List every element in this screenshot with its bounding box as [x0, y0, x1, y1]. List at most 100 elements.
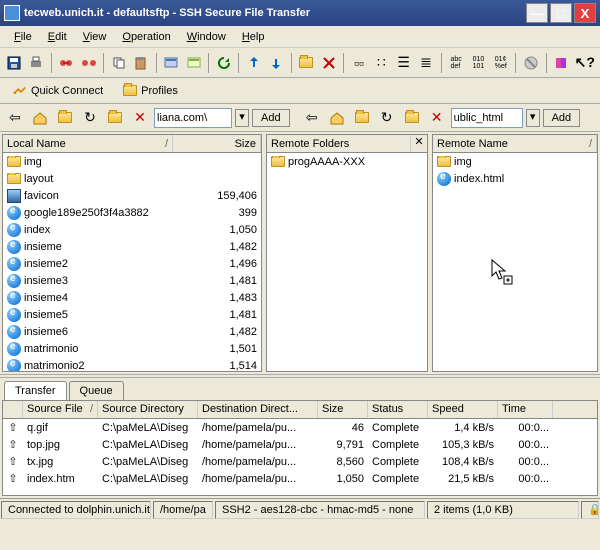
close-button[interactable]: X	[574, 3, 596, 23]
copy-icon[interactable]	[109, 52, 128, 74]
transfer-row[interactable]: ⇧ index.htm C:\paMeLA\Diseg /home/pamela…	[3, 470, 597, 487]
remote-add-button[interactable]: Add	[543, 109, 581, 127]
download-icon[interactable]	[267, 52, 286, 74]
main-toolbar: ▫▫ ∷ ☰ ≣ abcdef 010101 01¢%ef ↖?	[0, 48, 600, 78]
whats-this-icon[interactable]: ↖?	[574, 52, 596, 74]
auto-mode-icon[interactable]: 01¢%ef	[491, 52, 510, 74]
binary-mode-icon[interactable]: 010101	[469, 52, 488, 74]
list-item[interactable]: matrimonio 1,501	[3, 340, 261, 357]
address-bar: ⇦ ↻ ✕ ▾ Add ⇦ ↻ ✕ ▾ Add	[0, 104, 600, 132]
local-home-icon[interactable]	[29, 107, 51, 129]
help-book-icon[interactable]	[551, 52, 570, 74]
menu-help[interactable]: Help	[234, 28, 273, 46]
list-item[interactable]: insieme3 1,481	[3, 272, 261, 289]
menu-file[interactable]: File	[6, 28, 40, 46]
view-list-icon[interactable]: ☰	[394, 52, 413, 74]
text-mode-icon[interactable]: abcdef	[446, 52, 465, 74]
list-item[interactable]: matrimonio2 1,514	[3, 357, 261, 371]
transfer-col[interactable]: Size	[318, 401, 368, 418]
local-refresh-icon[interactable]: ↻	[79, 107, 101, 129]
remote-home-icon[interactable]	[326, 107, 348, 129]
remote-col-name[interactable]: Remote Name/	[433, 135, 597, 152]
new-terminal-icon[interactable]	[162, 52, 181, 74]
list-item[interactable]: insieme5 1,481	[3, 306, 261, 323]
list-item[interactable]: google189e250f3f4a3882 399	[3, 204, 261, 221]
transfer-row[interactable]: ⇧ top.jpg C:\paMeLA\Diseg /home/pamela/p…	[3, 436, 597, 453]
transfer-time: 00:0...	[498, 473, 553, 485]
new-file-window-icon[interactable]	[184, 52, 203, 74]
remote-file-list[interactable]: img index.html	[433, 153, 597, 371]
local-col-name[interactable]: Local Name/	[3, 135, 173, 152]
local-file-list[interactable]: img layout favicon 159,406 google189e250…	[3, 153, 261, 371]
close-folders-icon[interactable]: ✕	[411, 135, 427, 152]
upload-arrow-icon: ⇧	[7, 455, 19, 467]
transfer-col[interactable]: Speed	[428, 401, 498, 418]
remote-folders-list[interactable]: progAAAA-XXX	[267, 153, 427, 371]
menu-view[interactable]: View	[75, 28, 115, 46]
delete-icon[interactable]	[319, 52, 338, 74]
remote-refresh-icon[interactable]: ↻	[376, 107, 398, 129]
local-path-dropdown-icon[interactable]: ▾	[235, 109, 249, 127]
list-item[interactable]: insieme6 1,482	[3, 323, 261, 340]
menu-operation[interactable]: Operation	[114, 28, 178, 46]
local-back-icon[interactable]: ⇦	[4, 107, 26, 129]
transfer-status: Complete	[368, 456, 428, 468]
local-col-size[interactable]: Size	[173, 135, 261, 152]
quick-connect-button[interactable]: Quick Connect	[6, 81, 110, 101]
minimize-button[interactable]: —	[526, 3, 548, 23]
folder-icon	[271, 156, 285, 167]
remote-back-icon[interactable]: ⇦	[301, 107, 323, 129]
transfer-col[interactable]	[3, 401, 23, 418]
remote-path-input[interactable]	[451, 108, 523, 128]
view-small-icon[interactable]: ∷	[372, 52, 391, 74]
refresh-icon[interactable]	[214, 52, 233, 74]
profiles-button[interactable]: Profiles	[116, 82, 185, 100]
list-item[interactable]: favicon 159,406	[3, 187, 261, 204]
paste-icon[interactable]	[131, 52, 150, 74]
folder-icon	[437, 156, 451, 167]
remote-newfolder-icon[interactable]	[401, 107, 423, 129]
local-add-button[interactable]: Add	[252, 109, 290, 127]
remote-folders-header[interactable]: Remote Folders	[267, 135, 411, 152]
local-newfolder-icon[interactable]	[104, 107, 126, 129]
transfer-col[interactable]: Source File/	[23, 401, 98, 418]
local-up-icon[interactable]	[54, 107, 76, 129]
remote-up-icon[interactable]	[351, 107, 373, 129]
menu-edit[interactable]: Edit	[40, 28, 75, 46]
connect-icon[interactable]	[57, 52, 76, 74]
menu-window[interactable]: Window	[179, 28, 234, 46]
list-item[interactable]: insieme4 1,483	[3, 289, 261, 306]
transfer-col[interactable]: Time	[498, 401, 553, 418]
print-icon[interactable]	[26, 52, 45, 74]
new-folder-icon[interactable]	[297, 52, 316, 74]
file-size: 399	[173, 207, 261, 219]
list-item[interactable]: index 1,050	[3, 221, 261, 238]
disconnect-icon[interactable]	[79, 52, 98, 74]
transfer-col[interactable]: Source Directory	[98, 401, 198, 418]
list-item[interactable]: img	[3, 153, 261, 170]
transfer-col[interactable]: Status	[368, 401, 428, 418]
maximize-button[interactable]: □	[550, 3, 572, 23]
remote-path-dropdown-icon[interactable]: ▾	[526, 109, 540, 127]
view-details-icon[interactable]: ≣	[416, 52, 435, 74]
stop-icon[interactable]	[521, 52, 540, 74]
upload-icon[interactable]	[244, 52, 263, 74]
list-item[interactable]: insieme 1,482	[3, 238, 261, 255]
file-size: 1,483	[173, 292, 261, 304]
tab-transfer[interactable]: Transfer	[4, 381, 67, 400]
list-item[interactable]: progAAAA-XXX	[267, 153, 427, 170]
tab-queue[interactable]: Queue	[69, 381, 124, 400]
local-path-input[interactable]	[154, 108, 232, 128]
local-delete-icon[interactable]: ✕	[129, 107, 151, 129]
save-icon[interactable]	[4, 52, 23, 74]
remote-delete-icon[interactable]: ✕	[426, 107, 448, 129]
list-item[interactable]: layout	[3, 170, 261, 187]
transfer-col[interactable]: Destination Direct...	[198, 401, 318, 418]
transfer-row[interactable]: ⇧ tx.jpg C:\paMeLA\Diseg /home/pamela/pu…	[3, 453, 597, 470]
list-item[interactable]: insieme2 1,496	[3, 255, 261, 272]
list-item[interactable]: img	[433, 153, 597, 170]
upload-arrow-icon: ⇧	[7, 438, 19, 450]
view-large-icon[interactable]: ▫▫	[349, 52, 368, 74]
transfer-row[interactable]: ⇧ q.gif C:\paMeLA\Diseg /home/pamela/pu.…	[3, 419, 597, 436]
list-item[interactable]: index.html	[433, 170, 597, 187]
